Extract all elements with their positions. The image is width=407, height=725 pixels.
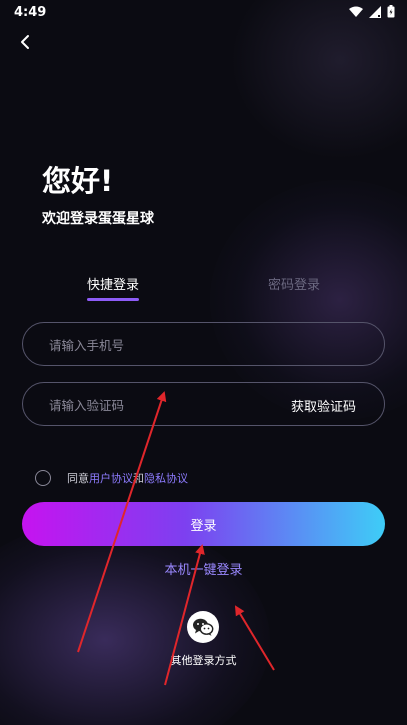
login-button[interactable]: 登录	[22, 502, 385, 546]
privacy-policy-link[interactable]: 隐私协议	[144, 472, 188, 485]
agreement-text: 同意用户协议和隐私协议	[67, 470, 188, 486]
get-code-button[interactable]: 获取验证码	[291, 396, 356, 415]
verification-code-input[interactable]	[47, 383, 281, 427]
status-time: 4:49	[14, 5, 47, 20]
welcome-subtitle: 欢迎登录蛋蛋星球	[42, 211, 154, 227]
background-glow	[0, 520, 270, 725]
back-button[interactable]	[14, 30, 38, 54]
wechat-login-button[interactable]	[187, 611, 219, 643]
wifi-icon	[349, 6, 363, 17]
tab-active-indicator	[87, 298, 139, 301]
wechat-icon	[193, 618, 214, 636]
agreement-prefix: 同意	[67, 472, 89, 485]
one-key-login-link[interactable]: 本机一键登录	[0, 559, 407, 578]
phone-input[interactable]	[47, 323, 281, 367]
phone-field[interactable]	[22, 322, 385, 367]
greeting-title: 您好!	[42, 164, 114, 198]
tab-quick-login[interactable]: 快捷登录	[87, 274, 139, 293]
status-bar: 4:49	[0, 0, 407, 26]
agreement-and: 和	[133, 472, 144, 485]
battery-icon	[387, 5, 395, 18]
user-agreement-link[interactable]: 用户协议	[89, 472, 133, 485]
status-icons	[349, 5, 395, 18]
tab-password-login[interactable]: 密码登录	[268, 274, 320, 293]
code-field[interactable]: 获取验证码	[22, 382, 385, 427]
signal-icon	[369, 5, 381, 18]
agreement-row: 同意用户协议和隐私协议	[35, 470, 188, 486]
other-login-methods-label: 其他登录方式	[170, 654, 237, 667]
agreement-checkbox[interactable]	[35, 470, 51, 486]
chevron-left-icon	[21, 35, 29, 49]
